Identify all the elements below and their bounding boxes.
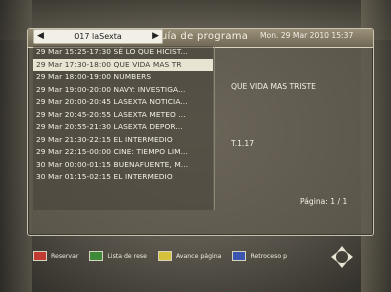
arrow-right-icon (348, 253, 353, 261)
program-list[interactable]: 29 Mar 15:25-17:30 SÉ LO QUE HICIST... 2… (33, 46, 213, 210)
footer-legend: Reservar Lista de rese Avance página Ret… (33, 244, 345, 268)
arrow-left-icon (331, 253, 336, 261)
page-forward-label: Avance página (175, 252, 222, 260)
channel-selector[interactable]: ◀ 017 laSexta ▶ (33, 29, 163, 44)
page-back-button[interactable]: Retroceso p (232, 251, 287, 261)
green-key-icon (89, 251, 104, 261)
program-row[interactable]: 29 Mar 22:15-00:00 CINE: TIEMPO LIM... (33, 146, 213, 159)
current-datetime: Mon. 29 Mar 2010 15:37 (260, 31, 354, 40)
arrow-down-icon (338, 263, 346, 268)
program-row[interactable]: 29 Mar 15:25-17:30 SÉ LO QUE HICIST... (33, 46, 213, 59)
page-back-label: Retroceso p (250, 252, 287, 260)
nav-ring (335, 250, 349, 264)
program-row[interactable]: 29 Mar 19:00-20:00 NAVY: INVESTIGA... (33, 84, 213, 97)
page-forward-button[interactable]: Avance página (157, 251, 222, 261)
reservation-list-label: Lista de rese (107, 252, 147, 260)
panel-divider (214, 46, 215, 210)
program-row[interactable]: 29 Mar 20:45-20:55 LASEXTA METEO ... (33, 109, 213, 122)
program-row-selected[interactable]: 29 Mar 17:30-18:00 QUE VIDA MAS TR (33, 58, 213, 71)
page-indicator: Página: 1 / 1 (300, 197, 348, 206)
red-key-icon (33, 251, 47, 261)
navigation-pad-icon (331, 246, 353, 268)
blue-key-icon (232, 251, 247, 261)
program-detail-title: QUE VIDA MAS TRISTE (231, 82, 316, 91)
arrow-up-icon (338, 246, 346, 251)
channel-name: 017 laSexta (74, 32, 122, 41)
program-detail-code: T.1.17 (231, 139, 255, 148)
reservation-list-button[interactable]: Lista de rese (89, 251, 147, 261)
yellow-key-icon (157, 251, 172, 261)
reserve-button[interactable]: Reservar (33, 251, 78, 261)
program-row[interactable]: 29 Mar 21:30-22:15 EL INTERMEDIO (33, 134, 213, 147)
chevron-right-icon[interactable]: ▶ (152, 31, 159, 42)
program-row[interactable]: 30 Mar 01:15-02:15 EL INTERMEDIO (33, 171, 213, 184)
program-row[interactable]: 29 Mar 18:00-19:00 NUMBERS (33, 71, 213, 84)
program-row[interactable]: 30 Mar 00:00-01:15 BUENAFUENTE, M... (33, 159, 213, 172)
program-row[interactable]: 29 Mar 20:00-20:45 LASEXTA NOTICIA... (33, 96, 213, 109)
program-row[interactable]: 29 Mar 20:55-21:30 LASEXTA DEPOR... (33, 121, 213, 134)
reserve-label: Reservar (51, 252, 79, 260)
